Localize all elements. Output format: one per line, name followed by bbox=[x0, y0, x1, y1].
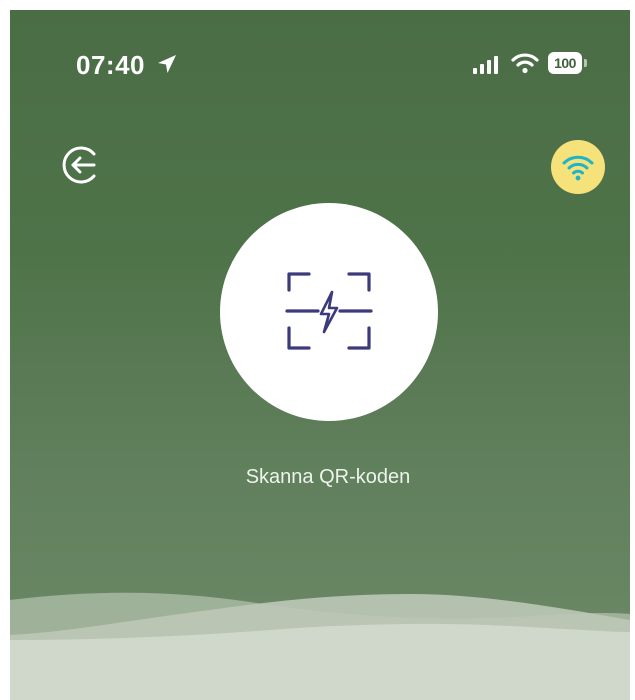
cellular-signal-icon bbox=[473, 56, 498, 74]
wifi-icon bbox=[562, 155, 594, 181]
app-screen: 07:40 100 Skanna QR-koden bbox=[10, 10, 630, 700]
battery-tip bbox=[584, 59, 587, 67]
status-bar: 07:40 100 bbox=[10, 10, 630, 120]
battery-level: 100 bbox=[548, 52, 582, 74]
battery-indicator: 100 bbox=[548, 52, 588, 74]
wifi-icon bbox=[511, 53, 539, 74]
logout-button[interactable] bbox=[54, 138, 108, 192]
wifi-connect-button[interactable] bbox=[551, 140, 605, 194]
logout-arrow-icon bbox=[62, 146, 96, 184]
scan-instruction-label: Skanna QR-koden bbox=[245, 466, 411, 488]
location-arrow-icon bbox=[158, 55, 176, 73]
qr-scan-charge-icon bbox=[285, 272, 373, 350]
decorative-waves bbox=[10, 592, 630, 700]
scan-qr-button[interactable] bbox=[220, 203, 438, 421]
status-time: 07:40 bbox=[76, 50, 145, 80]
